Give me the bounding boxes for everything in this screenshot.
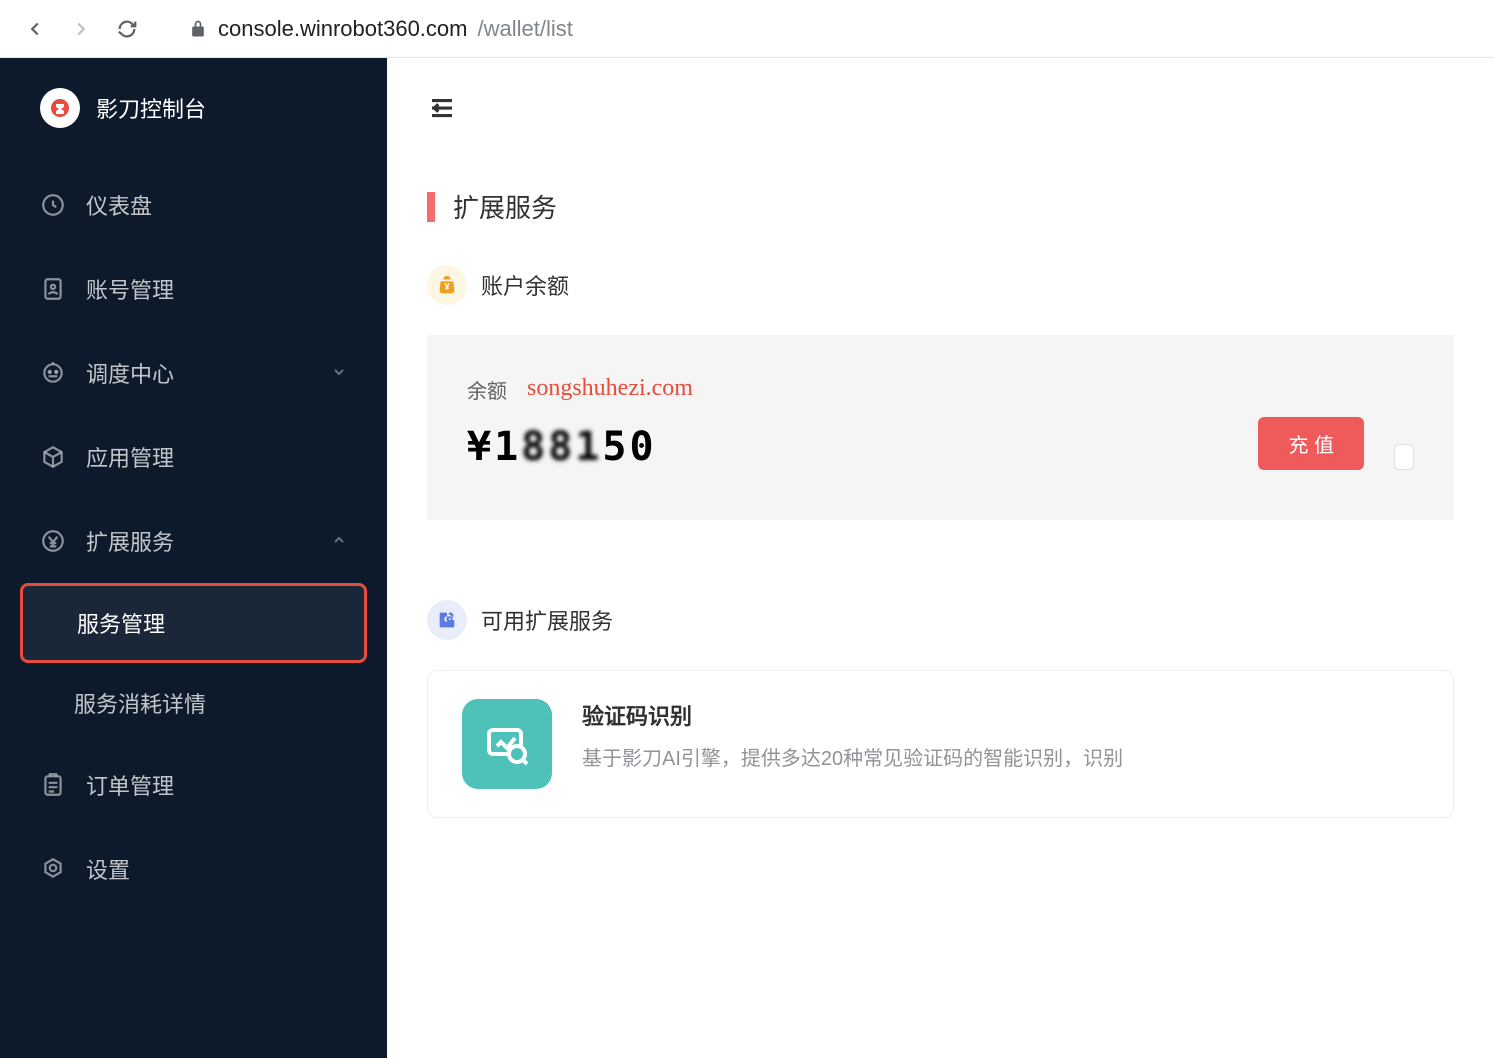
brand: 影刀控制台 <box>0 88 387 163</box>
balance-section-title: 账户余额 <box>481 269 569 301</box>
sidebar-item-label: 调度中心 <box>86 357 174 389</box>
sidebar-item-label: 设置 <box>86 853 130 885</box>
services-section-icon <box>427 600 467 640</box>
browser-toolbar: console.winrobot360.com/wallet/list <box>0 0 1494 58</box>
recharge-button[interactable]: 充 值 <box>1258 417 1364 470</box>
account-icon <box>40 276 66 302</box>
reload-button[interactable] <box>112 14 142 44</box>
watermark: songshuhezi.com <box>527 375 693 402</box>
sidebar: 影刀控制台 仪表盘 账号管理 调度中心 应用管理 扩展服务 <box>0 58 387 1058</box>
brand-logo-icon <box>40 88 80 128</box>
topbar <box>387 58 1494 158</box>
sidebar-item-dashboard[interactable]: 仪表盘 <box>0 163 387 247</box>
robot-icon <box>40 360 66 386</box>
forward-button[interactable] <box>66 14 96 44</box>
chevron-down-icon <box>331 360 347 386</box>
sidebar-item-orders[interactable]: 订单管理 <box>0 743 387 827</box>
main-content: 扩展服务 ¥ 账户余额 songshuhezi.com 余额 ¥188150 充… <box>387 58 1494 1058</box>
sidebar-item-label: 订单管理 <box>86 769 174 801</box>
service-desc: 基于影刀AI引擎，提供多达20种常见验证码的智能识别，识别 <box>582 743 1419 775</box>
sidebar-item-dispatch[interactable]: 调度中心 <box>0 331 387 415</box>
service-card-captcha[interactable]: 验证码识别 基于影刀AI引擎，提供多达20种常见验证码的智能识别，识别 <box>427 670 1454 818</box>
sidebar-item-label: 仪表盘 <box>86 189 152 221</box>
url-host: console.winrobot360.com <box>218 16 467 42</box>
sidebar-subitem-label: 服务管理 <box>77 607 165 639</box>
sidebar-item-settings[interactable]: 设置 <box>0 827 387 911</box>
services-section-title: 可用扩展服务 <box>481 604 613 636</box>
sidebar-item-extension-services[interactable]: 扩展服务 <box>0 499 387 583</box>
sidebar-item-apps[interactable]: 应用管理 <box>0 415 387 499</box>
sidebar-subitem-service-consumption[interactable]: 服务消耗详情 <box>0 663 387 743</box>
sidebar-item-label: 账号管理 <box>86 273 174 305</box>
service-title: 验证码识别 <box>582 699 1419 731</box>
chevron-up-icon <box>331 528 347 554</box>
sidebar-item-account[interactable]: 账号管理 <box>0 247 387 331</box>
sidebar-item-label: 应用管理 <box>86 441 174 473</box>
order-icon <box>40 772 66 798</box>
sidebar-subitem-label: 服务消耗详情 <box>74 687 206 719</box>
captcha-icon <box>462 699 552 789</box>
lock-icon <box>188 19 208 39</box>
sidebar-item-label: 扩展服务 <box>86 525 174 557</box>
settings-icon <box>40 856 66 882</box>
balance-section-icon: ¥ <box>427 265 467 305</box>
brand-title: 影刀控制台 <box>96 92 206 124</box>
address-bar[interactable]: console.winrobot360.com/wallet/list <box>158 16 1474 42</box>
yen-icon <box>40 528 66 554</box>
back-button[interactable] <box>20 14 50 44</box>
balance-amount: ¥188150 <box>467 424 1228 470</box>
page-title: 扩展服务 <box>453 188 557 225</box>
title-accent-bar <box>427 192 435 222</box>
collapse-sidebar-button[interactable] <box>427 93 457 123</box>
balance-card: songshuhezi.com 余额 ¥188150 充 值 <box>427 335 1454 520</box>
url-path: /wallet/list <box>477 16 572 42</box>
cube-icon <box>40 444 66 470</box>
dashboard-icon <box>40 192 66 218</box>
sidebar-subitem-service-mgmt[interactable]: 服务管理 <box>20 583 367 663</box>
secondary-button[interactable] <box>1394 444 1414 470</box>
